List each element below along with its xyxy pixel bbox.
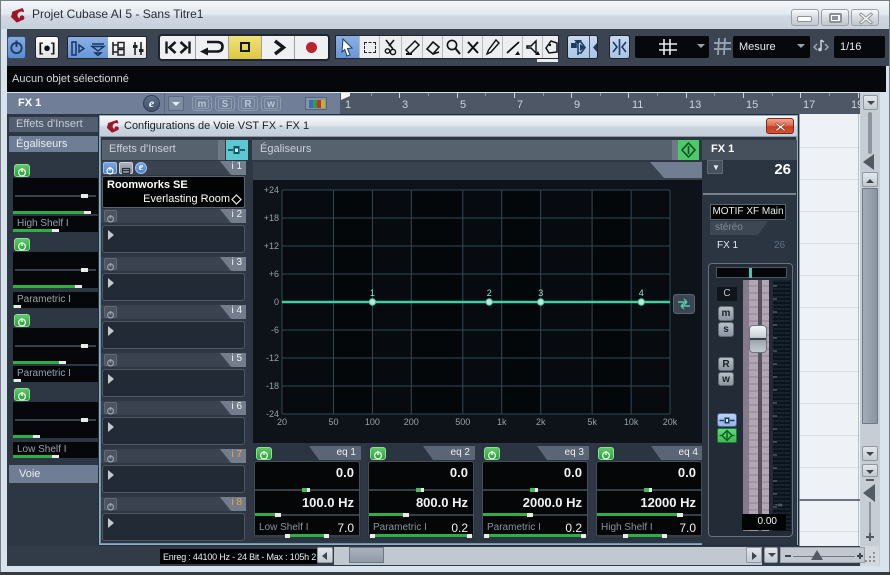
svg-text:20k: 20k xyxy=(663,417,678,427)
svg-text:0: 0 xyxy=(274,297,279,307)
svg-text:-18: -18 xyxy=(266,381,279,391)
svg-text:4: 4 xyxy=(639,288,644,298)
svg-text:20: 20 xyxy=(277,417,287,427)
svg-text:200: 200 xyxy=(404,417,419,427)
svg-text:-12: -12 xyxy=(266,353,279,363)
svg-text:10k: 10k xyxy=(624,417,639,427)
svg-text:1: 1 xyxy=(370,288,375,298)
svg-text:+12: +12 xyxy=(264,241,279,251)
svg-text:2k: 2k xyxy=(536,417,546,427)
svg-text:1k: 1k xyxy=(497,417,507,427)
svg-text:50: 50 xyxy=(328,417,338,427)
svg-text:-6: -6 xyxy=(271,325,279,335)
svg-text:+18: +18 xyxy=(264,213,279,223)
svg-text:500: 500 xyxy=(455,417,470,427)
svg-text:5k: 5k xyxy=(587,417,597,427)
svg-text:3: 3 xyxy=(538,288,543,298)
svg-text:2: 2 xyxy=(487,288,492,298)
svg-text:+24: +24 xyxy=(264,185,279,195)
svg-text:+6: +6 xyxy=(269,269,279,279)
svg-text:100: 100 xyxy=(365,417,380,427)
